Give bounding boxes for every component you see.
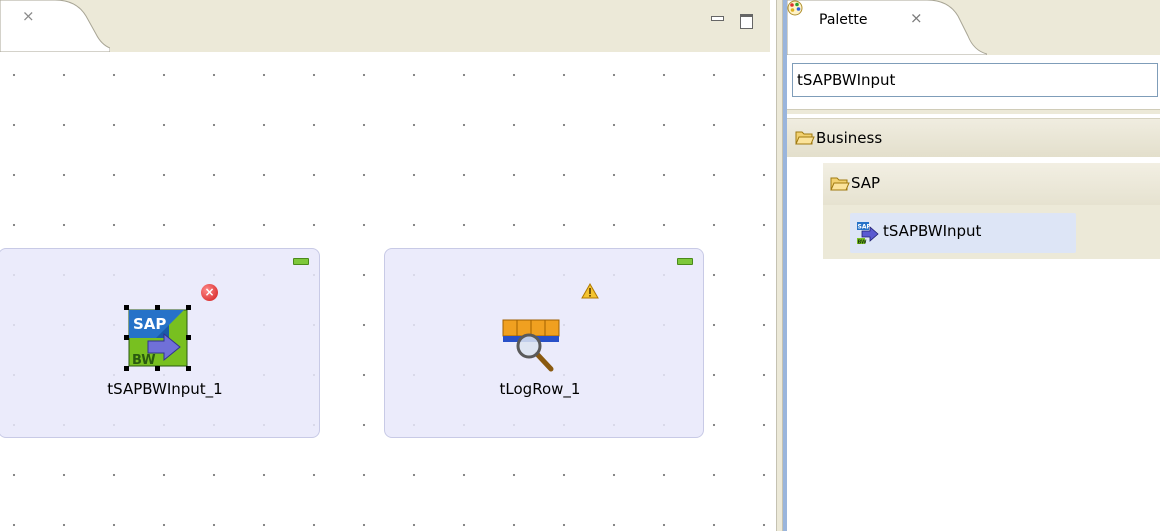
warning-icon	[581, 283, 599, 299]
palette-tab-bar: Palette ⨯	[787, 0, 1160, 55]
svg-text:BW: BW	[858, 240, 868, 246]
collapse-component-icon[interactable]	[293, 258, 309, 265]
svg-text:BW: BW	[132, 353, 156, 368]
editor-tab[interactable]: ⨯	[0, 0, 110, 52]
palette-tab-shape	[787, 0, 987, 55]
design-canvas[interactable]: × SAP BW tSAPBWInput_1 tLogRow_1	[0, 52, 782, 531]
error-icon: ×	[201, 284, 218, 301]
drawer-sap: SAP SAP BW tSAPBWInput	[823, 163, 1160, 259]
folder-open-icon	[830, 177, 850, 191]
component-tlogrow[interactable]: tLogRow_1	[384, 248, 704, 438]
component-label: tSAPBWInput_1	[107, 380, 223, 398]
editor-tab-shape	[0, 0, 110, 52]
palette-icon	[787, 0, 803, 16]
drawer-sap-header[interactable]: SAP	[823, 163, 1160, 205]
component-tsapbwinput[interactable]: × SAP BW tSAPBWInput_1	[0, 248, 320, 438]
drawer-label: SAP	[851, 174, 881, 192]
selection-handle[interactable]	[124, 305, 129, 310]
selection-handle[interactable]	[186, 366, 191, 371]
palette-search-input[interactable]	[792, 63, 1158, 97]
selection-handle[interactable]	[124, 335, 129, 340]
sap-bw-icon[interactable]: SAP BW	[126, 307, 190, 369]
editor-tab-bar: ⨯	[0, 0, 770, 52]
palette-separator	[787, 109, 1160, 114]
palette-view: Palette ⨯ Business SAP SAP BW	[787, 0, 1160, 531]
selection-handle[interactable]	[186, 305, 191, 310]
selection-handle[interactable]	[124, 366, 129, 371]
selection-handle[interactable]	[155, 366, 160, 371]
minimize-view-icon[interactable]	[710, 14, 724, 28]
component-label: tLogRow_1	[499, 380, 581, 398]
selection-handle[interactable]	[186, 335, 191, 340]
palette-tab-title: Palette	[819, 12, 868, 28]
view-sash[interactable]	[776, 0, 783, 531]
folder-open-icon	[795, 131, 815, 145]
selection-handle[interactable]	[155, 305, 160, 310]
svg-text:SAP: SAP	[858, 224, 872, 231]
maximize-view-icon[interactable]	[740, 14, 754, 29]
palette-item-label: tSAPBWInput	[883, 222, 982, 240]
palette-tab[interactable]: Palette ⨯	[787, 0, 987, 55]
drawer-label: Business	[816, 129, 883, 147]
log-row-icon[interactable]	[501, 314, 563, 374]
close-icon[interactable]: ⨯	[910, 11, 923, 26]
close-icon[interactable]: ⨯	[22, 9, 35, 24]
collapse-component-icon[interactable]	[677, 258, 693, 265]
svg-text:SAP: SAP	[133, 315, 166, 333]
drawer-business[interactable]: Business	[787, 118, 1160, 157]
palette-item-tsapbwinput[interactable]: SAP BW tSAPBWInput	[850, 213, 1076, 253]
sap-bw-component-icon: SAP BW	[857, 222, 879, 246]
